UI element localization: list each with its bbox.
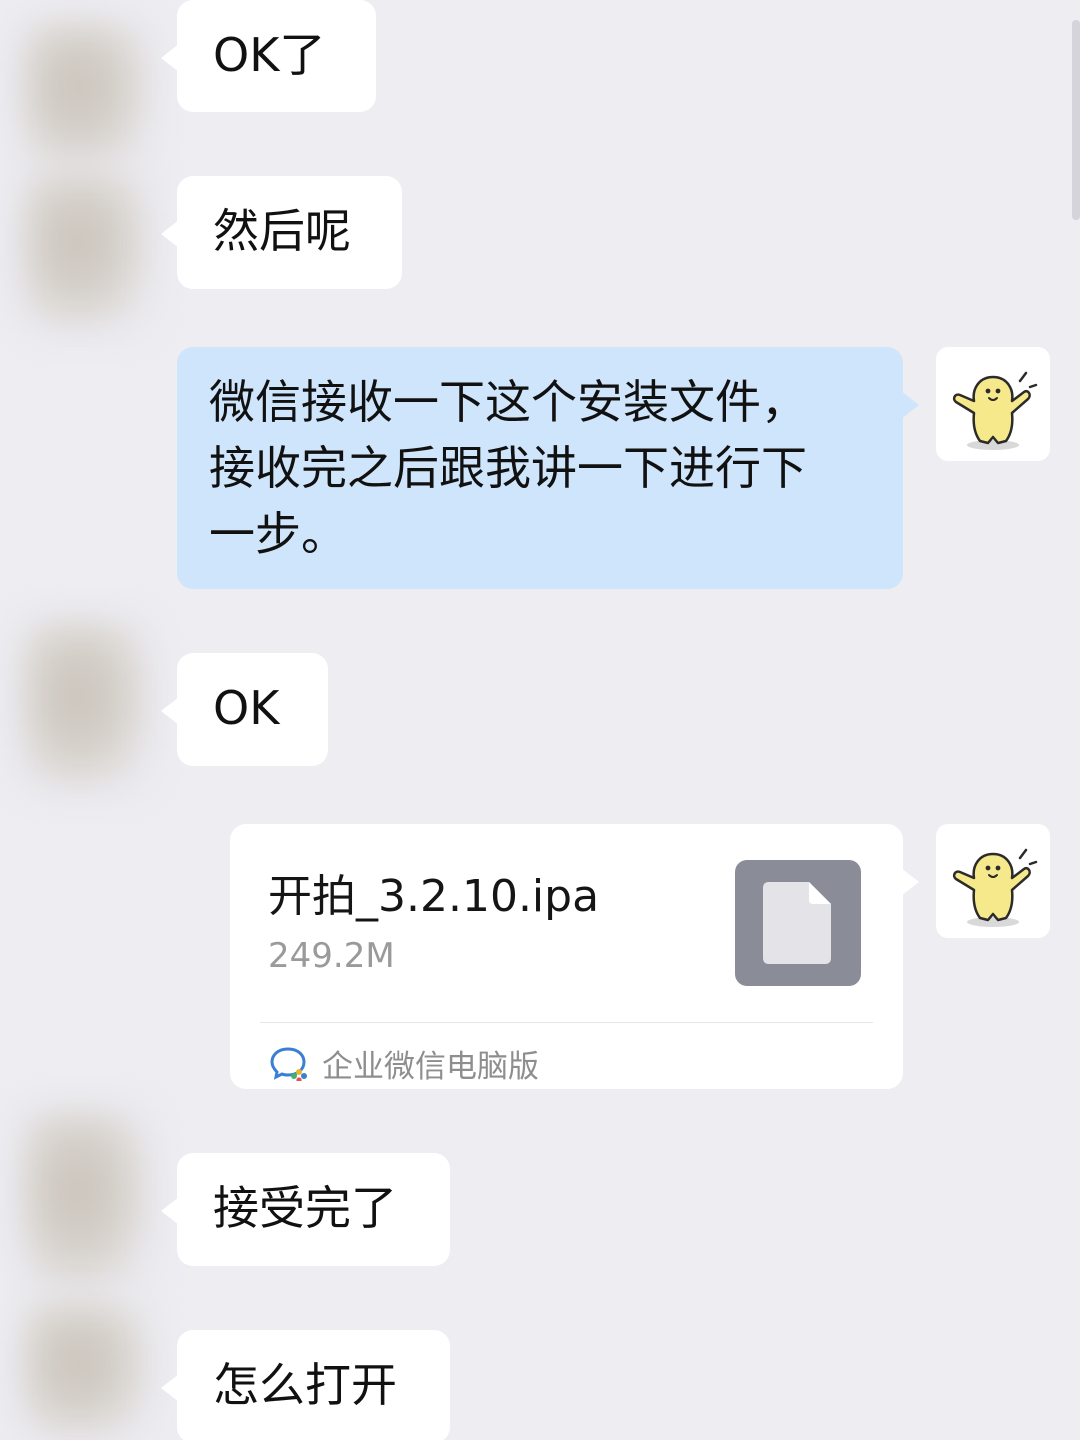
message-text: 接受完了 — [213, 1181, 397, 1235]
document-icon — [735, 860, 861, 986]
contact-avatar — [20, 170, 150, 330]
message-text: 怎么打开 — [213, 1358, 397, 1412]
message-text: 微信接收一下这个安装文件， 接收完之后跟我讲一下进行下 一步。 — [209, 375, 807, 561]
yellow-character-icon — [952, 848, 1038, 927]
message-text: OK了 — [213, 28, 326, 82]
outgoing-message-bubble[interactable]: 微信接收一下这个安装文件， 接收完之后跟我讲一下进行下 一步。 — [177, 347, 919, 589]
incoming-message-bubble[interactable]: 然后呢 — [161, 176, 402, 289]
my-avatar[interactable] — [936, 824, 1050, 938]
divider — [260, 1022, 873, 1023]
wecom-icon — [270, 1047, 307, 1081]
my-avatar[interactable] — [936, 347, 1050, 461]
contact-avatar — [20, 20, 150, 170]
incoming-message-bubble[interactable]: OK了 — [161, 0, 376, 112]
scrollbar[interactable] — [1072, 20, 1080, 220]
incoming-message-bubble[interactable]: 怎么打开 — [161, 1330, 450, 1440]
file-source: 企业微信电脑版 — [270, 1038, 539, 1088]
file-message-card[interactable]: 开拍_3.2.10.ipa 249.2M 企业微信电脑版 — [230, 824, 919, 1089]
message-text: OK — [213, 681, 280, 735]
contact-avatar — [20, 620, 150, 790]
contact-avatar — [20, 1300, 150, 1440]
message-text: 然后呢 — [213, 204, 351, 258]
contact-avatar — [20, 1110, 150, 1290]
file-source-label: 企业微信电脑版 — [322, 1048, 539, 1085]
chat-message-list[interactable]: OK了 然后呢 微信接收一下这个安装文件， 接收完之后跟我讲一下进行下 一步。 … — [0, 0, 1080, 1440]
file-name: 开拍_3.2.10.ipa — [268, 871, 600, 922]
incoming-message-bubble[interactable]: 接受完了 — [161, 1153, 450, 1266]
file-size: 249.2M — [268, 936, 395, 976]
incoming-message-bubble[interactable]: OK — [161, 653, 328, 766]
yellow-character-icon — [952, 371, 1038, 450]
